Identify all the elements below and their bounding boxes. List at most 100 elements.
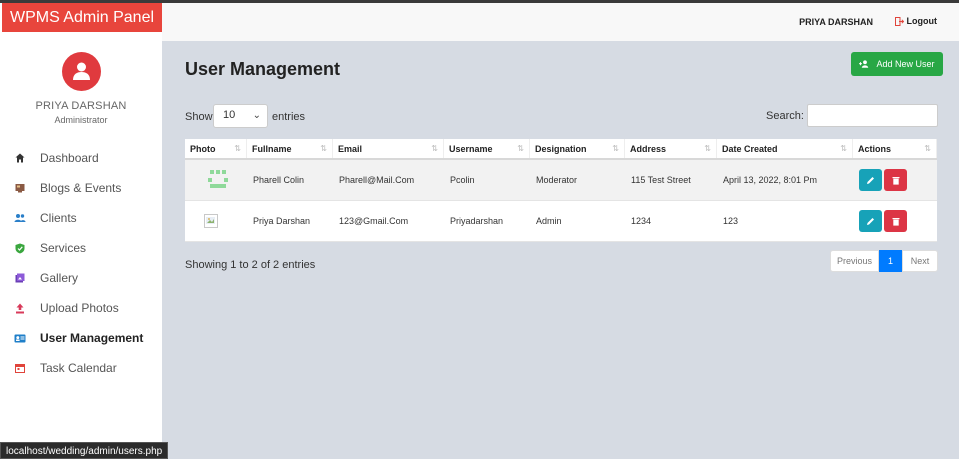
sidebar-item-label: User Management (40, 331, 144, 345)
actions-cell (853, 201, 937, 241)
username-cell: Priyadarshan (450, 216, 504, 226)
column-header-label: Email (338, 144, 363, 154)
search-label: Search: (766, 110, 804, 122)
column-header-actions[interactable]: Actions ⇅ (853, 139, 937, 158)
page-title: User Management (185, 59, 341, 79)
photo-cell (185, 160, 247, 200)
table-row: Pharell Colin Pharell@Mail.Com Pcolin Mo… (185, 160, 937, 201)
sidebar-item-clients[interactable]: Clients (0, 203, 162, 233)
sidebar-item-label: Clients (40, 211, 77, 225)
delete-button[interactable] (884, 169, 907, 191)
logout-label: Logout (906, 16, 938, 26)
sidebar-item-label: Services (40, 241, 87, 255)
sort-icon: ⇅ (704, 144, 711, 153)
sidebar-item-upload-photos[interactable]: Upload Photos (0, 293, 162, 323)
column-header-label: Date Created (722, 144, 778, 154)
sidebar-item-dashboard[interactable]: Dashboard (0, 143, 162, 173)
trash-icon (892, 176, 899, 185)
column-header-label: Username (449, 144, 493, 154)
username-cell: Pcolin (450, 175, 475, 185)
sidebar-item-label: Dashboard (40, 151, 99, 165)
add-new-user-label: Add New User (876, 59, 935, 69)
sort-icon: ⇅ (517, 144, 524, 153)
designation-cell: Moderator (536, 175, 578, 185)
pencil-icon (867, 176, 874, 184)
entries-select[interactable]: 10 ⌄ (213, 104, 268, 128)
profile-name: PRIYA DARSHAN (35, 100, 127, 112)
column-header-label: Fullname (252, 144, 292, 154)
date-created-cell: April 13, 2022, 8:01 Pm (723, 175, 818, 185)
logout-button[interactable]: Logout (894, 16, 938, 26)
table-header-row: Photo ⇅ Fullname ⇅ Email ⇅ Username ⇅ Design… (185, 139, 937, 160)
page-1-button[interactable]: 1 (879, 250, 902, 272)
add-user-icon (859, 60, 869, 68)
users-icon (14, 212, 26, 224)
sidebar-item-label: Blogs & Events (40, 181, 122, 195)
column-header-address[interactable]: Address ⇅ (625, 139, 717, 158)
sort-icon: ⇅ (924, 144, 931, 153)
brand-title[interactable]: WPMS Admin Panel (2, 3, 162, 32)
column-header-label: Address (630, 144, 667, 154)
column-header-fullname[interactable]: Fullname ⇅ (247, 139, 333, 158)
sidebar-nav: Dashboard Blogs & Events Clients Service… (0, 143, 162, 383)
home-icon (14, 152, 26, 164)
sidebar-item-label: Upload Photos (40, 301, 119, 315)
column-header-email[interactable]: Email ⇅ (333, 139, 444, 158)
sort-icon: ⇅ (234, 144, 241, 153)
add-new-user-button[interactable]: Add New User (851, 52, 943, 76)
trash-icon (892, 217, 899, 226)
column-header-designation[interactable]: Designation ⇅ (530, 139, 625, 158)
sidebar-item-label: Task Calendar (40, 361, 117, 375)
column-header-photo[interactable]: Photo ⇅ (185, 139, 247, 158)
profile-role: Administrator (54, 115, 108, 125)
address-cell: 1234 (631, 216, 652, 226)
fullname-cell: Pharell Colin (253, 175, 305, 185)
chevron-down-icon: ⌄ (252, 110, 261, 121)
sort-icon: ⇅ (320, 144, 327, 153)
pagination-info: Showing 1 to 2 of 2 entries (185, 259, 316, 271)
pencil-icon (867, 217, 874, 225)
photo-cell (185, 201, 247, 241)
header-username[interactable]: PRIYA DARSHAN (799, 17, 873, 27)
broken-image-icon (204, 214, 218, 228)
column-header-username[interactable]: Username ⇅ (444, 139, 530, 158)
delete-button[interactable] (884, 210, 907, 232)
pagination: Previous 1 Next (830, 250, 938, 272)
fullname-cell: Priya Darshan (253, 216, 311, 226)
sort-icon: ⇅ (431, 144, 438, 153)
sort-icon: ⇅ (840, 144, 847, 153)
sidebar-item-user-management[interactable]: User Management (0, 323, 162, 353)
email-cell: 123@Gmail.Com (339, 216, 409, 226)
blog-icon (14, 182, 26, 194)
sidebar-item-blogs-events[interactable]: Blogs & Events (0, 173, 162, 203)
avatar (62, 52, 101, 91)
id-card-icon (14, 332, 26, 344)
user-icon (73, 62, 90, 80)
previous-page-button[interactable]: Previous (830, 250, 879, 272)
edit-button[interactable] (859, 169, 882, 191)
table-row: Priya Darshan 123@Gmail.Com Priyadarshan… (185, 201, 937, 242)
sidebar-item-gallery[interactable]: Gallery (0, 263, 162, 293)
column-header-date-created[interactable]: Date Created ⇅ (717, 139, 853, 158)
logout-icon (894, 16, 904, 26)
column-header-label: Photo (190, 144, 216, 154)
sidebar-item-label: Gallery (40, 271, 79, 285)
top-header: PRIYA DARSHAN Logout (162, 3, 959, 41)
search-input[interactable] (807, 104, 938, 127)
users-table: Photo ⇅ Fullname ⇅ Email ⇅ Username ⇅ Design… (185, 139, 937, 242)
actions-cell (853, 160, 937, 200)
sort-icon: ⇅ (612, 144, 619, 153)
designation-cell: Admin (536, 216, 562, 226)
next-page-button[interactable]: Next (902, 250, 938, 272)
sidebar-item-task-calendar[interactable]: Task Calendar (0, 353, 162, 383)
entries-label: entries (272, 111, 306, 123)
date-created-cell: 123 (723, 216, 739, 226)
shield-check-icon (14, 242, 26, 254)
column-header-label: Actions (858, 144, 892, 154)
calendar-icon (14, 362, 26, 374)
entries-select-value: 10 (223, 109, 236, 121)
show-label: Show (185, 111, 213, 123)
column-header-label: Designation (535, 144, 587, 154)
sidebar-item-services[interactable]: Services (0, 233, 162, 263)
edit-button[interactable] (859, 210, 882, 232)
